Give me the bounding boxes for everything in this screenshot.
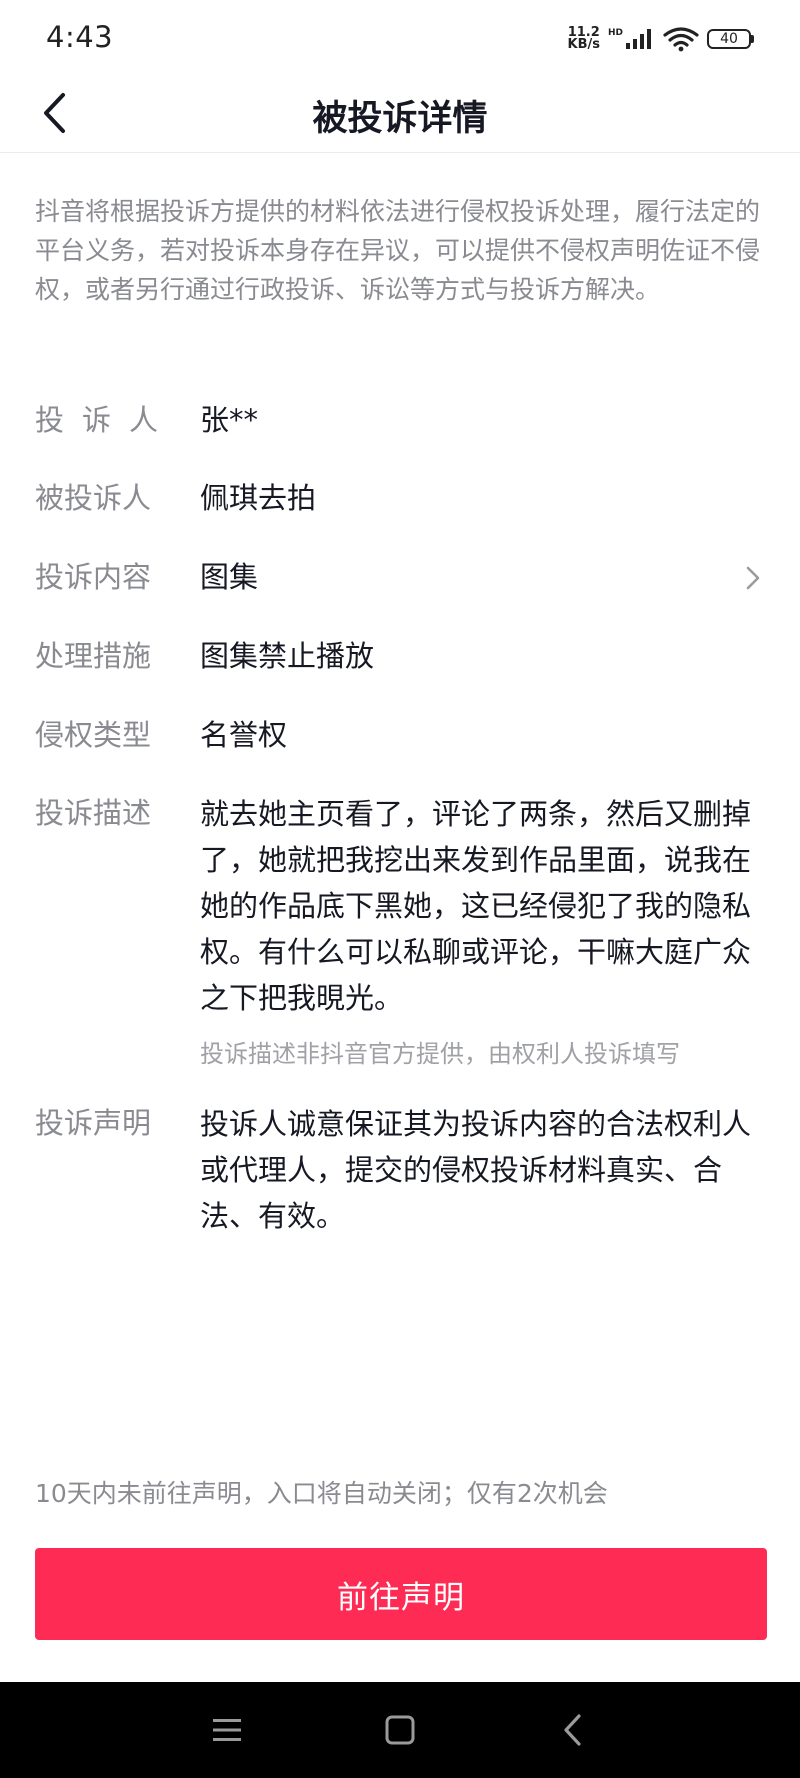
- network-speed: 11.2 KB/s: [567, 26, 600, 52]
- page-title: 被投诉详情: [312, 99, 488, 139]
- complaint-details: 投诉人 张** 被投诉人 佩琪去拍 投诉内容 图集 处理措施 图集禁止播放 侵权…: [35, 398, 765, 1239]
- complaint-notice: 抖音将根据投诉方提供的材料依法进行侵权投诉处理，履行法定的平台义务，若对投诉本身…: [35, 197, 761, 304]
- status-time: 4:43: [46, 20, 114, 54]
- measure-label: 处理措施: [35, 639, 152, 673]
- hd-label: HD: [607, 28, 623, 38]
- back-icon[interactable]: [553, 1710, 593, 1750]
- respondent-value: 佩琪去拍: [200, 481, 317, 515]
- menu-icon[interactable]: [207, 1710, 247, 1750]
- signal-icon: HD: [608, 28, 655, 50]
- respondent-label: 被投诉人: [35, 481, 152, 515]
- infringement-type-row: 侵权类型 名誉权: [35, 713, 765, 757]
- complainant-row: 投诉人 张**: [35, 398, 765, 442]
- system-navigation-bar: [0, 1682, 800, 1778]
- measure-value: 图集禁止播放: [200, 639, 375, 673]
- description-note: 投诉描述非抖音官方提供，由权利人投诉填写: [200, 1040, 680, 1068]
- chevron-right-icon[interactable]: [741, 563, 765, 593]
- status-indicators: 11.2 KB/s HD 40: [568, 24, 754, 54]
- battery-level: 40: [707, 29, 751, 49]
- description-row: 投诉描述 就去她主页看了，评论了两条，然后又删掉了，她就把我挖出来发到作品里面，…: [35, 791, 765, 1021]
- statement-value: 投诉人诚意保证其为投诉内容的合法权利人或代理人，提交的侵权投诉材料真实、合法、有…: [200, 1107, 752, 1233]
- wifi-icon: [663, 27, 699, 52]
- go-to-statement-button[interactable]: 前往声明: [35, 1548, 767, 1640]
- statement-row: 投诉声明 投诉人诚意保证其为投诉内容的合法权利人或代理人，提交的侵权投诉材料真实…: [35, 1101, 765, 1239]
- infringement-type-label: 侵权类型: [35, 718, 152, 752]
- respondent-row: 被投诉人 佩琪去拍: [35, 476, 765, 520]
- battery-icon: 40: [707, 29, 754, 49]
- status-bar: 4:43 11.2 KB/s HD 40: [0, 0, 800, 78]
- deadline-hint: 10天内未前往声明，入口将自动关闭；仅有2次机会: [35, 1479, 608, 1508]
- navigation-bar: 被投诉详情: [0, 78, 800, 153]
- network-speed-unit: KB/s: [567, 37, 600, 52]
- home-icon[interactable]: [380, 1710, 420, 1750]
- measure-row: 处理措施 图集禁止播放: [35, 634, 765, 678]
- description-label: 投诉描述: [35, 796, 152, 830]
- complaint-content-label: 投诉内容: [35, 560, 152, 594]
- complaint-content-value: 图集: [200, 560, 259, 594]
- description-value: 就去她主页看了，评论了两条，然后又删掉了，她就把我挖出来发到作品里面，说我在她的…: [200, 797, 752, 1015]
- signal-bars-icon: [626, 29, 651, 49]
- statement-label: 投诉声明: [35, 1106, 152, 1140]
- complaint-content-row[interactable]: 投诉内容 图集: [35, 555, 765, 599]
- infringement-type-value: 名誉权: [200, 718, 288, 752]
- complainant-value: 张**: [200, 403, 259, 437]
- complainant-label: 投诉人: [35, 403, 177, 437]
- battery-tip: [751, 35, 754, 43]
